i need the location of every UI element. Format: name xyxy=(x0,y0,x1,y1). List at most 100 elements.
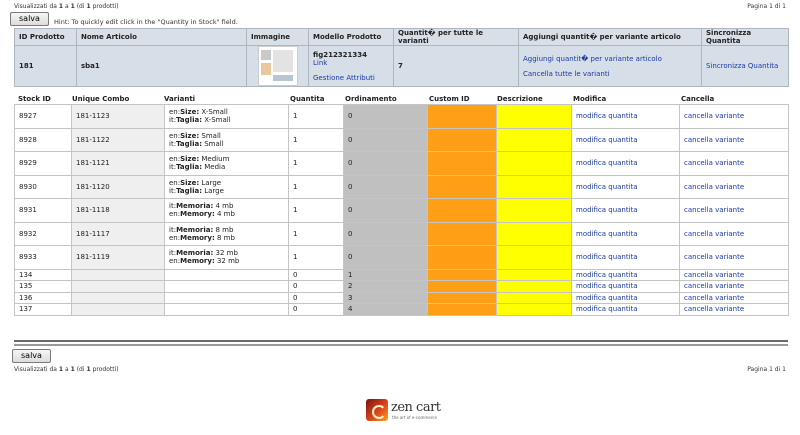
sort-order-field[interactable]: 2 xyxy=(343,280,428,293)
quantity-field[interactable]: 1 xyxy=(288,127,344,152)
delete-variant-link[interactable]: cancella variante xyxy=(684,294,744,302)
results-summary: Visualizzati da 1 a 1 (di 1 prodotti) xyxy=(14,3,119,10)
delete-variant-link[interactable]: cancella variante xyxy=(684,282,744,290)
sort-order-field[interactable]: 0 xyxy=(343,127,428,152)
sort-order-field[interactable]: 1 xyxy=(343,268,428,281)
custom-id-field[interactable] xyxy=(427,245,497,270)
custom-id-field[interactable] xyxy=(427,221,497,246)
header-product-name: Nome Articolo xyxy=(76,28,247,46)
edit-quantity-link[interactable]: modifica quantita xyxy=(576,253,638,261)
edit-quantity-link[interactable]: modifica quantita xyxy=(576,282,638,290)
delete-variant-link[interactable]: cancella variante xyxy=(684,253,744,261)
description-field[interactable] xyxy=(496,127,572,152)
custom-id-field[interactable] xyxy=(427,174,497,199)
quantity-field[interactable]: 1 xyxy=(288,221,344,246)
custom-id-field[interactable] xyxy=(427,104,497,129)
delete-variant-link[interactable]: cancella variante xyxy=(684,159,744,167)
description-field[interactable] xyxy=(496,268,572,281)
variants-cell xyxy=(164,303,289,316)
sort-order-field[interactable]: 0 xyxy=(343,221,428,246)
description-field[interactable] xyxy=(496,303,572,316)
sort-order-field[interactable]: 3 xyxy=(343,291,428,304)
quantity-field[interactable]: 0 xyxy=(288,268,344,281)
product-image-cell xyxy=(246,45,309,87)
sort-order-field[interactable]: 0 xyxy=(343,151,428,176)
zen-cart-logo[interactable]: zen cart the art of e-commerce xyxy=(366,397,446,423)
stock-row: 135 0 2 modifica quantita cancella variante xyxy=(14,280,789,293)
quantity-field[interactable]: 0 xyxy=(288,291,344,304)
quantity-field[interactable]: 1 xyxy=(288,198,344,223)
custom-id-field[interactable] xyxy=(427,268,497,281)
edit-quantity-link[interactable]: modifica quantita xyxy=(576,305,638,313)
add-qty-per-variant-link[interactable]: Aggiungi quantit� per variante articolo xyxy=(523,55,662,63)
custom-id-field[interactable] xyxy=(427,198,497,223)
description-field[interactable] xyxy=(496,291,572,304)
edit-quantity-link[interactable]: modifica quantita xyxy=(576,230,638,238)
sort-order-field[interactable]: 0 xyxy=(343,198,428,223)
unique-combo xyxy=(71,280,165,293)
quantity-field[interactable]: 1 xyxy=(288,104,344,129)
description-field[interactable] xyxy=(496,151,572,176)
stock-id: 8930 xyxy=(14,174,72,199)
delete-all-variants-link[interactable]: Cancella tutte le varianti xyxy=(523,70,610,78)
delete-variant-link[interactable]: cancella variante xyxy=(684,183,744,191)
unique-combo xyxy=(71,303,165,316)
stock-id: 8931 xyxy=(14,198,72,223)
delete-variant-link[interactable]: cancella variante xyxy=(684,112,744,120)
save-button[interactable]: salva xyxy=(10,12,49,26)
quantity-field[interactable]: 0 xyxy=(288,303,344,316)
product-thumbnail-icon[interactable] xyxy=(257,46,298,86)
stock-row: 136 0 3 modifica quantita cancella variante xyxy=(14,291,789,304)
zen-cart-logo-icon xyxy=(366,399,388,421)
edit-quantity-link[interactable]: modifica quantita xyxy=(576,112,638,120)
description-field[interactable] xyxy=(496,221,572,246)
edit-quantity-link[interactable]: modifica quantita xyxy=(576,294,638,302)
delete-variant-link[interactable]: cancella variante xyxy=(684,206,744,214)
quantity-field[interactable]: 1 xyxy=(288,151,344,176)
variant-line: en:Size: Small xyxy=(169,131,221,140)
variants-cell: it:Memoria: 32 mb en:Memory: 32 mb xyxy=(164,245,289,270)
stock-row: 8928 181-1122 en:Size: Small it:Taglia: Sma… xyxy=(14,127,789,152)
edit-quantity-link[interactable]: modifica quantita xyxy=(576,159,638,167)
edit-cell: modifica quantita xyxy=(571,127,680,152)
description-field[interactable] xyxy=(496,174,572,199)
stock-row: 8927 181-1123 en:Size: X-Small it:Taglia: X… xyxy=(14,104,789,129)
quantity-field[interactable]: 0 xyxy=(288,280,344,293)
custom-id-field[interactable] xyxy=(427,280,497,293)
sync-cell: Sincronizza Quantita xyxy=(701,45,789,87)
custom-id-field[interactable] xyxy=(427,151,497,176)
edit-cell: modifica quantita xyxy=(571,291,680,304)
sort-order-field[interactable]: 0 xyxy=(343,245,428,270)
variants-cell xyxy=(164,291,289,304)
description-field[interactable] xyxy=(496,245,572,270)
edit-quantity-link[interactable]: modifica quantita xyxy=(576,271,638,279)
variant-line: en:Memory: 8 mb xyxy=(169,233,235,242)
description-field[interactable] xyxy=(496,198,572,223)
sort-order-field[interactable]: 4 xyxy=(343,303,428,316)
edit-cell: modifica quantita xyxy=(571,221,680,246)
sort-order-field[interactable]: 0 xyxy=(343,104,428,129)
sort-order-field[interactable]: 0 xyxy=(343,174,428,199)
custom-id-field[interactable] xyxy=(427,303,497,316)
delete-variant-link[interactable]: cancella variante xyxy=(684,230,744,238)
custom-id-field[interactable] xyxy=(427,291,497,304)
stock-id: 8933 xyxy=(14,245,72,270)
product-link[interactable]: Link xyxy=(313,59,327,67)
quantity-field[interactable]: 1 xyxy=(288,245,344,270)
save-button-bottom[interactable]: salva xyxy=(12,349,51,363)
description-field[interactable] xyxy=(496,280,572,293)
delete-variant-link[interactable]: cancella variante xyxy=(684,271,744,279)
edit-quantity-link[interactable]: modifica quantita xyxy=(576,183,638,191)
custom-id-field[interactable] xyxy=(427,127,497,152)
header-edit: Modifica xyxy=(573,95,607,103)
stock-id: 137 xyxy=(14,303,72,316)
delete-variant-link[interactable]: cancella variante xyxy=(684,305,744,313)
sync-qty-link[interactable]: Sincronizza Quantita xyxy=(706,62,778,70)
quantity-field[interactable]: 1 xyxy=(288,174,344,199)
variant-line: en:Memory: 4 mb xyxy=(169,210,235,219)
description-field[interactable] xyxy=(496,104,572,129)
edit-quantity-link[interactable]: modifica quantita xyxy=(576,136,638,144)
delete-variant-link[interactable]: cancella variante xyxy=(684,136,744,144)
edit-quantity-link[interactable]: modifica quantita xyxy=(576,206,638,214)
manage-attributes-link[interactable]: Gestione Attributi xyxy=(313,74,375,82)
